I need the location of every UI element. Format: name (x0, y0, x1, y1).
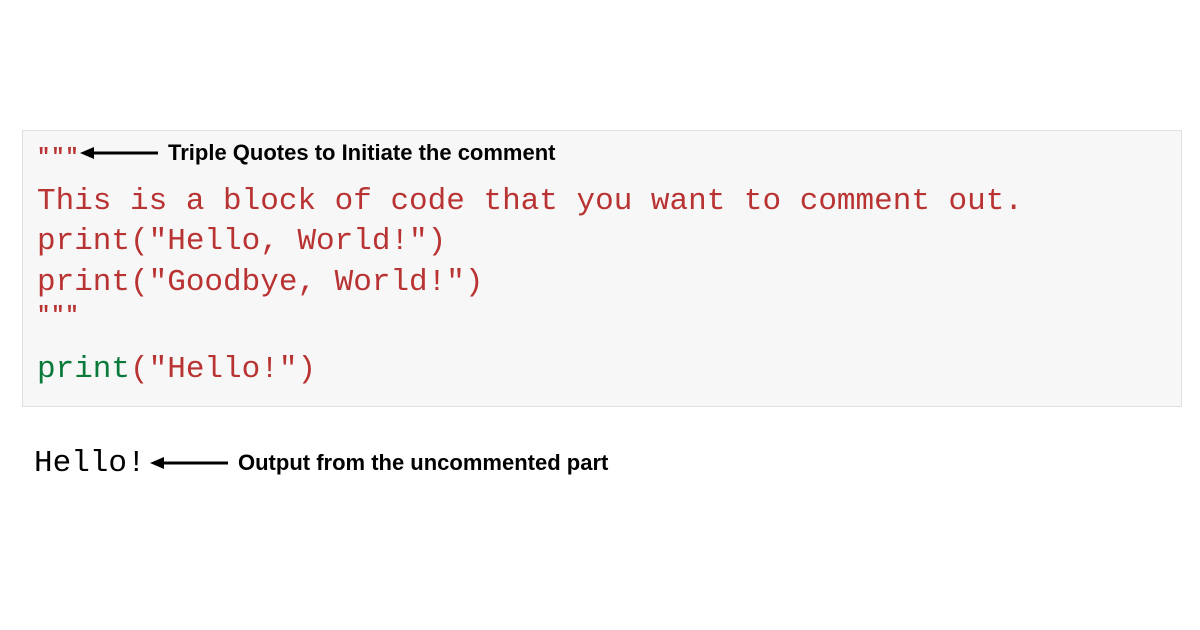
arrow-left-icon (80, 143, 158, 163)
print-keyword: print (37, 265, 130, 300)
annotation-top-text: Triple Quotes to Initiate the comment (168, 140, 556, 166)
code-line-1: This is a block of code that you want to… (37, 182, 1167, 222)
triple-quote-close: """ (37, 303, 80, 328)
annotation-bottom-text: Output from the uncommented part (238, 450, 608, 476)
code-block: """ This is a block of code that you wan… (22, 130, 1182, 407)
code-line-close-quotes: """ (37, 303, 1167, 328)
print-keyword: print (37, 224, 130, 259)
arrow-left-icon (150, 453, 228, 473)
code-line-3: print("Goodbye, World!") (37, 263, 1167, 303)
print-args: ("Hello, World!") (130, 224, 446, 259)
annotation-top: Triple Quotes to Initiate the comment (80, 140, 556, 166)
triple-quote-open: """ (37, 145, 80, 170)
output-text: Hello! (34, 446, 146, 481)
print-args: ("Hello!") (130, 352, 316, 387)
print-args: ("Goodbye, World!") (130, 265, 483, 300)
code-line-4: print("Hello!") (37, 350, 1167, 390)
print-keyword: print (37, 352, 130, 387)
code-line-2: print("Hello, World!") (37, 222, 1167, 262)
annotation-bottom: Output from the uncommented part (150, 450, 608, 476)
